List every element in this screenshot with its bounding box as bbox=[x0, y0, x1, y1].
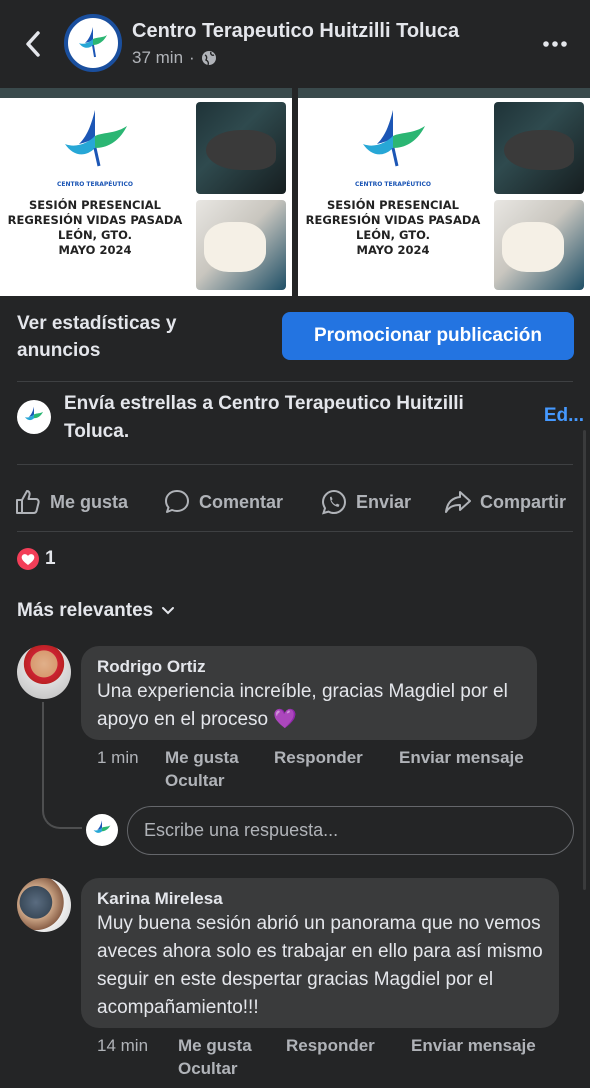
divider bbox=[17, 531, 573, 532]
image-line: MAYO 2024 bbox=[356, 243, 430, 257]
whatsapp-icon bbox=[321, 489, 347, 515]
promote-post-button[interactable]: Promocionar publicación bbox=[282, 312, 574, 360]
edit-stars-link[interactable]: Ed... bbox=[544, 405, 584, 427]
image-line: LEÓN, GTO. bbox=[58, 228, 132, 242]
comment-button[interactable]: Comentar bbox=[163, 488, 283, 516]
reaction-count: 1 bbox=[45, 548, 56, 569]
hummingbird-logo-icon: CENTRO TERAPÉUTICO bbox=[355, 110, 431, 188]
image-line: REGRESIÓN VIDAS PASADA bbox=[7, 213, 183, 227]
like-button[interactable]: Me gusta bbox=[14, 488, 128, 516]
hummingbird-logo-icon: CENTRO TERAPÉUTICO bbox=[57, 110, 133, 188]
comment-label: Comentar bbox=[199, 491, 284, 512]
photo-subject bbox=[502, 222, 564, 272]
divider bbox=[17, 381, 573, 382]
commenter-avatar[interactable] bbox=[17, 645, 71, 699]
page-avatar[interactable] bbox=[64, 14, 122, 72]
back-button[interactable] bbox=[18, 28, 48, 60]
heart-icon bbox=[17, 548, 39, 570]
stars-row: Envía estrellas a Centro Terapeutico Hui… bbox=[0, 386, 590, 448]
page-avatar bbox=[86, 814, 118, 846]
session-photo bbox=[196, 102, 286, 194]
hummingbird-logo-icon bbox=[79, 27, 107, 58]
post-header: Centro Terapeutico Huitzilli Toluca 37 m… bbox=[0, 0, 590, 88]
session-photo bbox=[494, 200, 584, 290]
post-image-carousel[interactable]: CENTRO TERAPÉUTICO SESIÓN PRESENCIAL REG… bbox=[0, 88, 590, 296]
image-top-strip bbox=[298, 88, 590, 98]
photo-subject bbox=[504, 130, 574, 170]
commenter-name[interactable]: Karina Mirelesa bbox=[97, 888, 543, 910]
send-stars-text[interactable]: Envía estrellas a Centro Terapeutico Hui… bbox=[64, 390, 526, 446]
hummingbird-logo-icon bbox=[93, 820, 111, 833]
post-image[interactable]: CENTRO TERAPÉUTICO SESIÓN PRESENCIAL REG… bbox=[0, 88, 292, 296]
stats-link[interactable]: Ver estadísticas y anuncios bbox=[17, 310, 257, 364]
comment-bubble: Karina Mirelesa Muy buena sesión abrió u… bbox=[81, 878, 559, 1028]
comment-sort-dropdown[interactable]: Más relevantes bbox=[17, 600, 175, 622]
like-label: Me gusta bbox=[50, 491, 129, 512]
post-meta: 37 min · bbox=[132, 48, 217, 68]
share-arrow-icon bbox=[445, 491, 471, 513]
comment-like-button[interactable]: Me gusta bbox=[178, 1036, 252, 1056]
image-caption: SESIÓN PRESENCIAL REGRESIÓN VIDAS PASADA… bbox=[298, 198, 488, 258]
sort-label: Más relevantes bbox=[17, 600, 154, 621]
image-caption: SESIÓN PRESENCIAL REGRESIÓN VIDAS PASADA… bbox=[0, 198, 190, 258]
share-button[interactable]: Compartir bbox=[444, 488, 566, 516]
comment-text: Muy buena sesión abrió un panorama que n… bbox=[97, 913, 543, 1018]
comment-hide-button[interactable]: Ocultar bbox=[165, 771, 225, 791]
more-options-button[interactable] bbox=[540, 30, 570, 58]
comment-bubble: Rodrigo Ortiz Una experiencia increíble,… bbox=[81, 646, 537, 740]
post-actions: Me gusta Comentar Enviar Compartir bbox=[0, 480, 590, 528]
page-name[interactable]: Centro Terapeutico Huitzilli Toluca bbox=[132, 20, 459, 43]
reactions-summary[interactable]: 1 bbox=[17, 548, 56, 570]
session-photo bbox=[196, 200, 286, 290]
commenter-name[interactable]: Rodrigo Ortiz bbox=[97, 656, 521, 678]
comment-hide-button[interactable]: Ocultar bbox=[178, 1059, 238, 1079]
share-label: Compartir bbox=[480, 491, 567, 512]
comment-reply-button[interactable]: Responder bbox=[274, 748, 363, 768]
image-line: SESIÓN PRESENCIAL bbox=[327, 198, 459, 212]
comment-time[interactable]: 14 min bbox=[97, 1036, 148, 1056]
send-whatsapp-button[interactable]: Enviar bbox=[320, 488, 411, 516]
comment-reply-button[interactable]: Responder bbox=[286, 1036, 375, 1056]
session-photo bbox=[494, 102, 584, 194]
promo-bar: Ver estadísticas y anuncios Promocionar … bbox=[0, 296, 590, 382]
comment-time[interactable]: 1 min bbox=[97, 748, 139, 768]
comment-text: Una experiencia increíble, gracias Magdi… bbox=[97, 681, 508, 730]
reply-input[interactable]: Escribe una respuesta... bbox=[127, 806, 574, 855]
comment-message-button[interactable]: Enviar mensaje bbox=[411, 1036, 536, 1056]
image-line: SESIÓN PRESENCIAL bbox=[29, 198, 161, 212]
globe-icon bbox=[201, 51, 216, 66]
divider bbox=[17, 464, 573, 465]
more-dots-icon bbox=[543, 41, 567, 47]
image-top-strip bbox=[0, 88, 292, 98]
image-line: REGRESIÓN VIDAS PASADA bbox=[305, 213, 481, 227]
image-line: MAYO 2024 bbox=[58, 243, 132, 257]
commenter-avatar[interactable] bbox=[17, 878, 71, 932]
page-avatar bbox=[17, 400, 51, 434]
meta-separator: · bbox=[189, 48, 195, 67]
comment-message-button[interactable]: Enviar mensaje bbox=[399, 748, 524, 768]
image-line: LEÓN, GTO. bbox=[356, 228, 430, 242]
comment-bubble-icon bbox=[165, 490, 189, 513]
chevron-left-icon bbox=[26, 31, 40, 57]
comment-like-button[interactable]: Me gusta bbox=[165, 748, 239, 768]
logo-caption: CENTRO TERAPÉUTICO bbox=[57, 180, 133, 188]
hummingbird-logo-icon bbox=[24, 406, 44, 421]
post-image[interactable]: CENTRO TERAPÉUTICO SESIÓN PRESENCIAL REG… bbox=[298, 88, 590, 296]
logo-caption: CENTRO TERAPÉUTICO bbox=[355, 180, 431, 188]
post-time[interactable]: 37 min bbox=[132, 48, 183, 68]
thumbs-up-icon bbox=[16, 490, 40, 514]
chevron-down-icon bbox=[162, 607, 175, 615]
thread-connector bbox=[42, 702, 82, 829]
photo-subject bbox=[204, 222, 266, 272]
send-label: Enviar bbox=[356, 491, 412, 512]
photo-subject bbox=[206, 130, 276, 170]
